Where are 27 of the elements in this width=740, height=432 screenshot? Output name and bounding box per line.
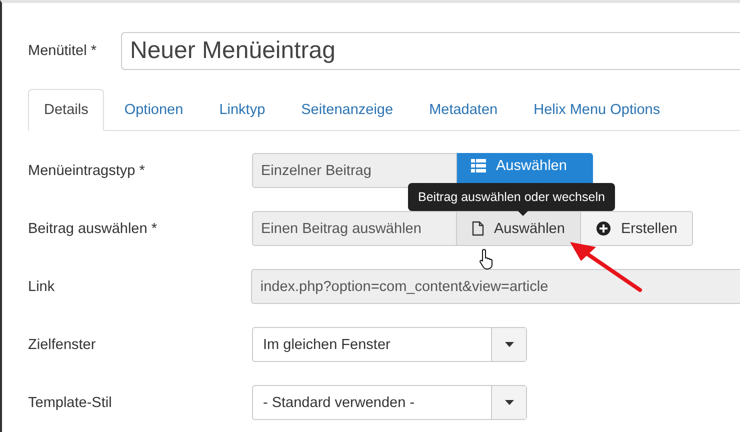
field-label: Link [28,278,56,294]
select-button[interactable]: Erstellen [580,211,694,246]
tab[interactable]: Seitenanzeige [285,89,410,131]
plus-icon [596,221,611,236]
readonly-field: index.php?option=com_content&view=article [251,269,740,304]
tab[interactable]: Metadaten [413,89,514,131]
title-input-field[interactable]: Neuer Menüeintrag [121,32,740,70]
tab[interactable]: Optionen [108,89,200,131]
readonly-field: Einen Beitrag auswählen [252,211,457,246]
list-icon [471,158,486,172]
dropdown[interactable]: - Standard verwenden - [252,385,527,420]
tab[interactable]: Details [28,89,104,131]
tab[interactable]: Linktyp [203,89,282,131]
readonly-field: Einzelner Beitrag [252,153,457,188]
field-label: Zielfenster [28,336,97,352]
field-label: Menüeintragstyp * [28,162,146,178]
caret-icon [504,400,514,405]
tooltip: Beitrag auswählen oder wechseln [408,183,615,216]
dropdown[interactable]: Im gleichen Fenster [252,327,527,362]
caret-icon [504,342,514,347]
tab[interactable]: Helix Menu Options [518,89,676,131]
field-label: Beitrag auswählen * [28,220,158,236]
field-label: Template-Stil [28,394,113,410]
field-label: Menütitel * [28,43,98,59]
file-icon [472,221,484,236]
hand-cursor-icon [479,248,495,270]
select-button[interactable]: Auswählen [457,211,581,246]
